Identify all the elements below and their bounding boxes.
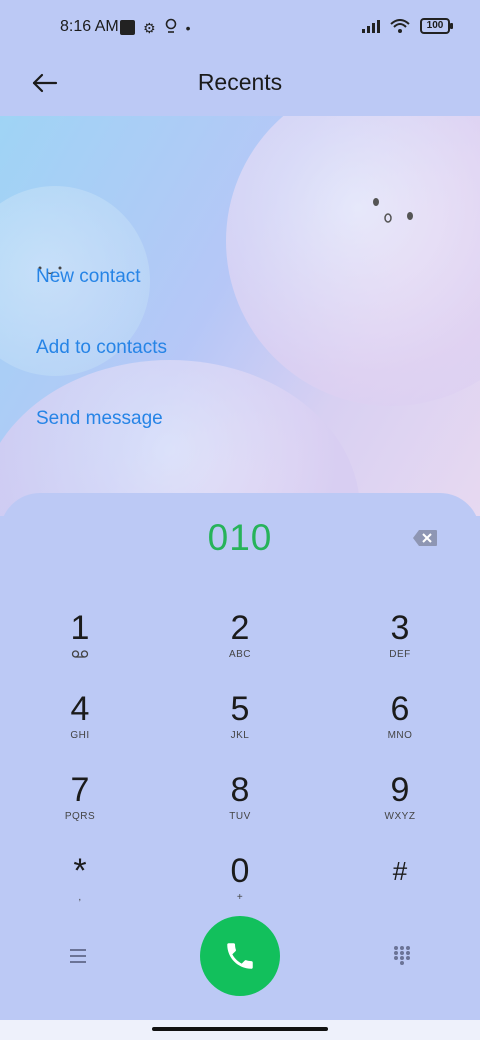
header: Recents [0, 56, 480, 116]
key-3[interactable]: 3 DEF [340, 609, 460, 660]
key-0[interactable]: 0 + [180, 852, 300, 903]
square-icon [120, 20, 135, 35]
wallpaper-area: New contact Add to contacts Send message [0, 116, 480, 516]
key-digit: 7 [70, 771, 90, 809]
key-5[interactable]: 5 JKL [180, 690, 300, 741]
location-icon [164, 18, 178, 37]
key-digit: 3 [390, 609, 410, 647]
key-1[interactable]: 1 [20, 609, 140, 662]
status-notification-icons: ⚙ • [120, 18, 190, 37]
key-letters: WXYZ [384, 811, 416, 822]
key-digit: 4 [70, 690, 90, 728]
signal-icon [362, 19, 380, 33]
wifi-icon [390, 19, 410, 33]
status-system-icons: 100 [362, 18, 453, 34]
voicemail-icon [20, 649, 140, 662]
key-letters: GHI [70, 730, 90, 741]
key-hash[interactable]: # [340, 852, 460, 892]
home-indicator[interactable] [152, 1027, 328, 1031]
backspace-icon[interactable] [412, 529, 438, 547]
key-6[interactable]: 6 MNO [340, 690, 460, 741]
key-letters: TUV [229, 811, 251, 822]
key-letters: JKL [230, 730, 250, 741]
key-digit: * [73, 852, 87, 890]
key-digit: 8 [230, 771, 250, 809]
key-digit: # [392, 856, 408, 886]
key-letters: + [236, 892, 244, 903]
key-letters: ABC [228, 649, 252, 660]
send-message-option[interactable]: Send message [36, 408, 163, 430]
navigation-bar [0, 1020, 480, 1040]
key-digit: 0 [230, 852, 250, 890]
key-digit: 9 [390, 771, 410, 809]
add-to-contacts-option[interactable]: Add to contacts [36, 337, 167, 359]
call-button[interactable] [200, 916, 280, 996]
key-2[interactable]: 2 ABC [180, 609, 300, 660]
menu-icon[interactable] [68, 946, 88, 966]
dot-icon: • [185, 19, 191, 36]
key-star[interactable]: * , [20, 852, 140, 903]
dialer-panel: 010 1 2 ABC 3 DEF 4 GHI 5 JKL 6 MNO 7 PQ… [0, 493, 480, 1020]
key-letters: , [78, 892, 82, 903]
key-letters: PQRS [64, 811, 96, 822]
gear-icon: ⚙ [143, 19, 156, 36]
key-7[interactable]: 7 PQRS [20, 771, 140, 822]
key-digit: 6 [390, 690, 410, 728]
key-8[interactable]: 8 TUV [180, 771, 300, 822]
wallpaper-face-decoration [370, 196, 420, 229]
status-time: 8:16 AM [60, 18, 119, 35]
dialed-number: 010 [207, 517, 273, 558]
key-digit: 2 [230, 609, 250, 647]
status-bar: 8:16 AM ⚙ • 100 [0, 0, 480, 56]
keypad-icon[interactable] [392, 945, 412, 965]
wallpaper-bubble [226, 116, 480, 406]
key-letters: MNO [387, 730, 413, 741]
new-contact-option[interactable]: New contact [36, 266, 141, 288]
phone-icon [227, 943, 253, 969]
page-title: Recents [197, 69, 283, 95]
key-letters: DEF [389, 649, 411, 660]
battery-icon: 100 [420, 18, 453, 34]
key-digit: 5 [230, 690, 250, 728]
key-9[interactable]: 9 WXYZ [340, 771, 460, 822]
key-digit: 1 [70, 609, 90, 647]
key-4[interactable]: 4 GHI [20, 690, 140, 741]
